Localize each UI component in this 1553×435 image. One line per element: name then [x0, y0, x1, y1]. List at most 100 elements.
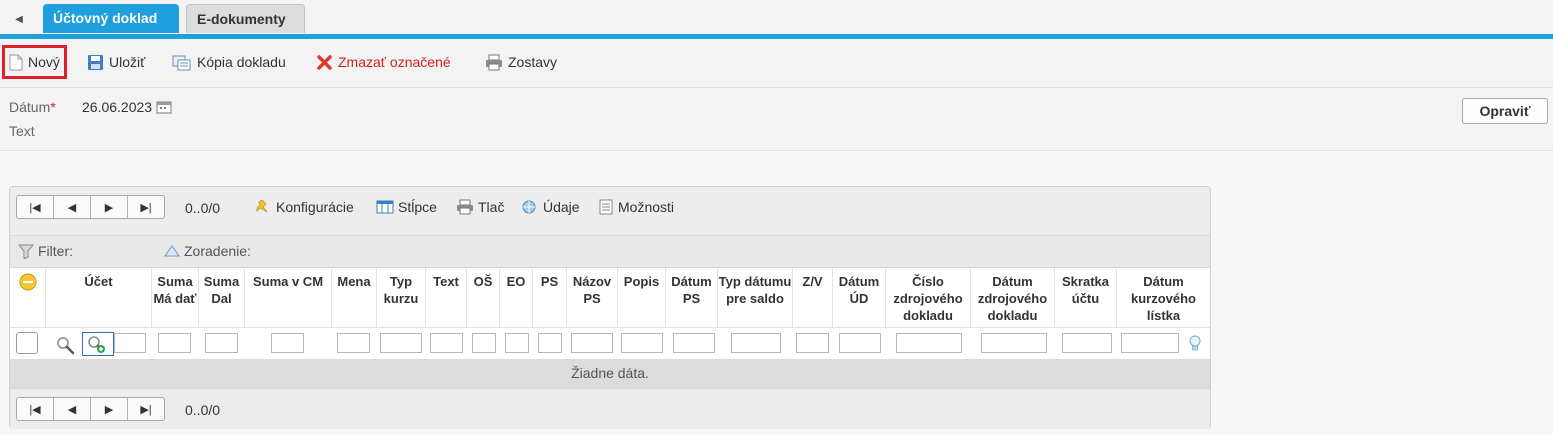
header-datum-zdroj[interactable]: Dátum zdrojového dokladu [971, 268, 1055, 328]
calendar-icon[interactable] [156, 100, 172, 114]
grid-footer: |◀ ◀ ▶ ▶| 0..0/0 [10, 388, 1210, 429]
delete-selected-button[interactable]: Zmazať označené [316, 48, 451, 76]
filter-ucet-input[interactable] [114, 333, 146, 353]
date-label: Dátum* [9, 99, 56, 115]
filter-datum-ps-input[interactable] [673, 333, 715, 353]
filter-datum-ud-input[interactable] [839, 333, 881, 353]
date-value: 26.06.2023 [82, 99, 153, 115]
filter-datum-kurz-input[interactable] [1121, 333, 1179, 353]
options-label: Možnosti [618, 199, 675, 215]
columns-icon [376, 200, 394, 214]
header-suma-v-cm[interactable]: Suma v CM [245, 268, 332, 328]
document-form: Dátum* 26.06.2023 Text Opraviť [0, 88, 1553, 151]
tab-e-dokumenty[interactable]: E-dokumenty [186, 4, 305, 33]
save-button[interactable]: Uložiť [87, 48, 145, 76]
filter-suma-dal-input[interactable] [205, 333, 238, 353]
filter-datum-zdroj-input[interactable] [981, 333, 1047, 353]
entries-grid: |◀ ◀ ▶ ▶| 0..0/0 Konfigurácie Stĺpce Tla… [9, 186, 1211, 429]
header-text[interactable]: Text [426, 268, 467, 328]
toolbar: Nový Uložiť Kópia dokladu Zmazať označen… [0, 39, 1553, 88]
header-eo[interactable]: EO [500, 268, 533, 328]
first-page-icon[interactable]: |◀ [17, 398, 54, 420]
copy-document-button[interactable]: Kópia dokladu [172, 48, 286, 76]
row-checkbox[interactable] [16, 332, 38, 354]
filter-button[interactable]: Filter: [18, 243, 73, 259]
search-magnifier-icon[interactable] [55, 335, 75, 355]
floppy-disk-icon [88, 54, 103, 70]
copy-document-label: Kópia dokladu [197, 54, 286, 70]
advanced-search-button[interactable] [82, 332, 114, 356]
prev-page-icon[interactable]: ◀ [54, 196, 91, 218]
header-ucet[interactable]: Účet [46, 268, 152, 328]
reports-button[interactable]: Zostavy [485, 48, 557, 76]
save-button-label: Uložiť [109, 54, 146, 70]
header-ps[interactable]: PS [533, 268, 567, 328]
header-datum-ud[interactable]: Dátum ÚD [833, 268, 886, 328]
filter-cislo-zdroj-input[interactable] [896, 333, 962, 353]
filter-os-input[interactable] [472, 333, 496, 353]
filter-typ-kurzu-input[interactable] [380, 333, 422, 353]
filter-nazov-ps-input[interactable] [571, 333, 613, 353]
search-add-icon [88, 336, 105, 353]
data-button[interactable]: Údaje [521, 199, 580, 215]
lightbulb-icon[interactable] [1188, 334, 1202, 354]
last-page-icon[interactable]: ▶| [128, 196, 164, 218]
new-button[interactable]: Nový [2, 45, 67, 79]
tab-uctovny-doklad[interactable]: Účtovný doklad [43, 4, 179, 33]
filter-zv-input[interactable] [796, 333, 829, 353]
select-status-icon [19, 273, 36, 291]
header-typ-kurzu[interactable]: Typ kurzu [377, 268, 426, 328]
header-datum-ps[interactable]: Dátum PS [666, 268, 718, 328]
sort-label: Zoradenie: [184, 243, 251, 259]
new-button-label: Nový [28, 54, 60, 70]
options-button[interactable]: Možnosti [598, 199, 674, 215]
tab-bar: ◀ Účtovný doklad E-dokumenty [0, 0, 1553, 36]
header-zv[interactable]: Z/V [793, 268, 833, 328]
filter-popis-input[interactable] [621, 333, 663, 353]
data-icon [522, 200, 536, 214]
filter-typ-datumu-input[interactable] [731, 333, 781, 353]
header-datum-kurz[interactable]: Dátum kurzového lístka [1117, 268, 1210, 328]
filter-label: Filter: [38, 243, 73, 259]
header-skratka-uctu[interactable]: Skratka účtu [1055, 268, 1117, 328]
configurations-button[interactable]: Konfigurácie [256, 199, 354, 215]
fix-button[interactable]: Opraviť [1462, 98, 1548, 124]
header-suma-dal[interactable]: Suma Dal [199, 268, 245, 328]
header-nazov-ps[interactable]: Názov PS [567, 268, 618, 328]
header-popis[interactable]: Popis [618, 268, 666, 328]
next-page-icon[interactable]: ▶ [91, 196, 128, 218]
page-range: 0..0/0 [185, 200, 221, 216]
text-label: Text [9, 123, 35, 139]
header-mena[interactable]: Mena [332, 268, 377, 328]
filter-suma-ma-dat-input[interactable] [158, 333, 191, 353]
first-page-icon[interactable]: |◀ [17, 196, 54, 218]
prev-page-icon[interactable]: ◀ [54, 398, 91, 420]
filter-eo-input[interactable] [505, 333, 529, 353]
filter-text-input[interactable] [430, 333, 463, 353]
next-page-icon[interactable]: ▶ [91, 398, 128, 420]
last-page-icon[interactable]: ▶| [128, 398, 164, 420]
filter-ps-input[interactable] [538, 333, 562, 353]
pager-top: |◀ ◀ ▶ ▶| [16, 195, 165, 219]
data-label: Údaje [543, 199, 580, 215]
filter-suma-v-cm-input[interactable] [271, 333, 304, 353]
back-arrow-icon[interactable]: ◀ [6, 6, 32, 32]
print-button[interactable]: Tlač [456, 199, 504, 215]
header-suma-ma-dat[interactable]: Suma Má dať [152, 268, 199, 328]
header-cislo-zdroj[interactable]: Číslo zdrojového dokladu [886, 268, 971, 328]
print-label: Tlač [478, 199, 505, 215]
required-marker: * [50, 99, 56, 115]
new-document-icon [9, 54, 23, 70]
header-os[interactable]: OŠ [467, 268, 500, 328]
sort-button[interactable]: Zoradenie: [164, 243, 251, 259]
filter-mena-input[interactable] [337, 333, 370, 353]
date-field[interactable]: 26.06.2023 [82, 99, 172, 115]
header-typ-datumu[interactable]: Typ dátumu pre saldo [718, 268, 793, 328]
columns-button[interactable]: Stĺpce [376, 199, 437, 215]
footer-page-range: 0..0/0 [185, 402, 221, 418]
grid-filter-inputs [10, 327, 1210, 360]
filter-skratka-uctu-input[interactable] [1062, 333, 1112, 353]
header-select-all[interactable] [10, 268, 46, 328]
printer-icon [457, 199, 473, 215]
delete-x-icon [317, 54, 332, 70]
